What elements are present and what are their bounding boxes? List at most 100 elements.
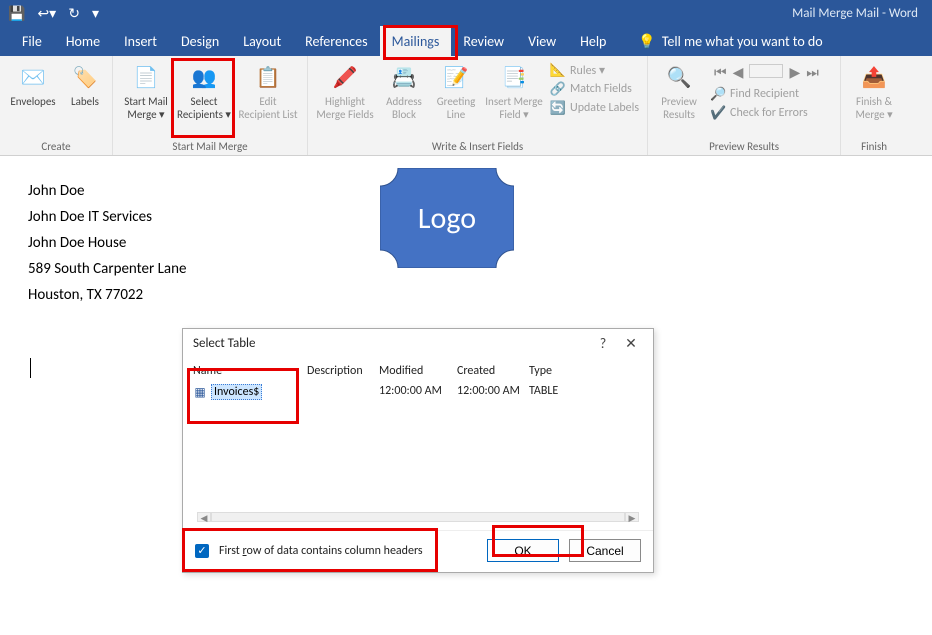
labels-icon: 🏷️ bbox=[69, 62, 101, 94]
dialog-hscrollbar[interactable]: ◀ ▶ bbox=[197, 512, 639, 522]
next-record-icon[interactable]: ▶ bbox=[789, 64, 800, 81]
envelopes-button[interactable]: ✉️ Envelopes bbox=[4, 60, 62, 138]
tab-references[interactable]: References bbox=[293, 26, 379, 56]
tab-insert[interactable]: Insert bbox=[112, 26, 169, 56]
match-fields-button[interactable]: 🔗Match Fields bbox=[550, 81, 639, 97]
col-description[interactable]: Description bbox=[307, 364, 379, 378]
scroll-track[interactable] bbox=[211, 512, 625, 522]
group-create: ✉️ Envelopes 🏷️ Labels Create bbox=[0, 56, 113, 155]
preview-results-button[interactable]: 🔍 PreviewResults bbox=[652, 60, 706, 138]
address-label: AddressBlock bbox=[386, 96, 422, 121]
start-mail-merge-button[interactable]: 📄 Start MailMerge ▾ bbox=[117, 60, 175, 138]
group-start-mail-merge: 📄 Start MailMerge ▾ 👥 SelectRecipients ▾… bbox=[113, 56, 308, 155]
edit-recipient-list-button[interactable]: 📋 EditRecipient List bbox=[233, 60, 303, 138]
cancel-button[interactable]: Cancel bbox=[569, 539, 641, 562]
logo-shape[interactable]: Logo bbox=[380, 168, 514, 268]
finish-label: Finish &Merge ▾ bbox=[855, 96, 892, 121]
group-write-insert: 🖍️ HighlightMerge Fields 📇 AddressBlock … bbox=[308, 56, 648, 155]
tell-me-search[interactable]: 💡 Tell me what you want to do bbox=[626, 26, 834, 56]
prev-record-icon[interactable]: ◀ bbox=[733, 64, 744, 81]
dialog-title: Select Table bbox=[193, 336, 256, 351]
col-name[interactable]: Name bbox=[193, 364, 307, 378]
dialog-body: Name Description Modified Created Type ▦… bbox=[183, 358, 653, 522]
col-type[interactable]: Type bbox=[529, 364, 589, 378]
insert-field-label: Insert MergeField ▾ bbox=[485, 96, 542, 121]
col-created[interactable]: Created bbox=[457, 364, 529, 378]
update-labels-button[interactable]: 🔄 Update Labels bbox=[550, 100, 639, 116]
update-label: Update Labels bbox=[570, 101, 639, 115]
find-label: Find Recipient bbox=[730, 87, 799, 101]
dialog-help-icon[interactable]: ? bbox=[589, 335, 617, 352]
title-bar: 💾 ↩▾ ↻ ▾ Mail Merge Mail - Word bbox=[0, 0, 932, 26]
start-merge-icon: 📄 bbox=[130, 62, 162, 94]
quick-access-toolbar: 💾 ↩▾ ↻ ▾ bbox=[8, 5, 99, 22]
highlight-icon: 🖍️ bbox=[329, 62, 361, 94]
tab-layout[interactable]: Layout bbox=[231, 26, 293, 56]
match-label: Match Fields bbox=[570, 82, 632, 96]
ribbon: ✉️ Envelopes 🏷️ Labels Create 📄 Start Ma… bbox=[0, 56, 932, 156]
group-write-label: Write & Insert Fields bbox=[312, 140, 643, 155]
tab-file[interactable]: File bbox=[10, 26, 54, 56]
find-icon: 🔎 bbox=[710, 86, 726, 102]
tab-review[interactable]: Review bbox=[451, 26, 516, 56]
highlight-label: HighlightMerge Fields bbox=[316, 96, 373, 121]
update-icon: 🔄 bbox=[550, 100, 566, 116]
table-row[interactable]: ▦ Invoices$ 12:00:00 AM 12:00:00 AM TABL… bbox=[183, 382, 653, 402]
table-icon: ▦ bbox=[193, 385, 207, 399]
tab-help[interactable]: Help bbox=[568, 26, 618, 56]
greeting-line-button[interactable]: 📝 GreetingLine bbox=[430, 60, 482, 138]
rules-label: Rules ▾ bbox=[570, 63, 605, 78]
window-title: Mail Merge Mail - Word bbox=[792, 6, 924, 21]
check-errors-button[interactable]: ✔️Check for Errors bbox=[710, 105, 832, 121]
group-finish-label: Finish bbox=[845, 140, 903, 155]
address-block-button[interactable]: 📇 AddressBlock bbox=[378, 60, 430, 138]
tell-me-label: Tell me what you want to do bbox=[662, 33, 823, 50]
undo-icon[interactable]: ↩▾ bbox=[37, 5, 56, 22]
group-start-mm-label: Start Mail Merge bbox=[117, 140, 303, 155]
insert-merge-field-button[interactable]: 📑 Insert MergeField ▾ bbox=[482, 60, 546, 138]
labels-button[interactable]: 🏷️ Labels bbox=[62, 60, 108, 138]
group-create-label: Create bbox=[4, 140, 108, 155]
ribbon-tabs: File Home Insert Design Layout Reference… bbox=[0, 26, 932, 56]
envelopes-label: Envelopes bbox=[10, 96, 55, 109]
first-row-headers-checkbox[interactable]: ✓ bbox=[195, 544, 209, 558]
last-record-icon[interactable]: ⏭ bbox=[806, 64, 819, 81]
ok-button[interactable]: OK bbox=[487, 539, 559, 562]
doc-line-5[interactable]: Houston, TX 77022 bbox=[28, 286, 904, 304]
document-canvas[interactable]: John Doe John Doe IT Services John Doe H… bbox=[0, 156, 932, 330]
finish-merge-button[interactable]: 📤 Finish &Merge ▾ bbox=[845, 60, 903, 138]
highlight-merge-fields-button[interactable]: 🖍️ HighlightMerge Fields bbox=[312, 60, 378, 138]
tab-design[interactable]: Design bbox=[169, 26, 231, 56]
rules-dropdown[interactable]: 📐Rules ▾ bbox=[550, 62, 639, 78]
envelope-icon: ✉️ bbox=[17, 62, 49, 94]
select-recipients-button[interactable]: 👥 SelectRecipients ▾ bbox=[175, 60, 233, 138]
dialog-titlebar[interactable]: Select Table ? ✕ bbox=[183, 329, 653, 358]
record-nav[interactable]: ⏮ ◀ ▶ ⏭ bbox=[710, 62, 832, 83]
row-desc bbox=[307, 384, 379, 400]
text-cursor bbox=[30, 358, 31, 378]
insert-field-icon: 📑 bbox=[498, 62, 530, 94]
tab-home[interactable]: Home bbox=[54, 26, 112, 56]
scroll-right-icon[interactable]: ▶ bbox=[625, 512, 639, 522]
group-finish: 📤 Finish &Merge ▾ Finish bbox=[841, 56, 907, 155]
select-table-dialog: Select Table ? ✕ Name Description Modifi… bbox=[182, 328, 654, 573]
select-recipients-icon: 👥 bbox=[188, 62, 220, 94]
save-icon[interactable]: 💾 bbox=[8, 5, 25, 22]
record-number-input[interactable] bbox=[749, 64, 783, 78]
qat-customize-icon[interactable]: ▾ bbox=[92, 5, 99, 22]
dialog-footer: ✓ First row of data contains column head… bbox=[183, 530, 653, 572]
checkbox-label[interactable]: First row of data contains column header… bbox=[219, 544, 423, 558]
row-modified: 12:00:00 AM bbox=[379, 384, 457, 400]
tab-mailings[interactable]: Mailings bbox=[380, 26, 452, 56]
scroll-left-icon[interactable]: ◀ bbox=[197, 512, 211, 522]
preview-label: PreviewResults bbox=[661, 96, 697, 121]
redo-icon[interactable]: ↻ bbox=[68, 5, 80, 22]
first-record-icon[interactable]: ⏮ bbox=[714, 64, 727, 81]
group-preview-results: 🔍 PreviewResults ⏮ ◀ ▶ ⏭ 🔎 Find Recipient… bbox=[648, 56, 841, 155]
tab-view[interactable]: View bbox=[516, 26, 568, 56]
col-modified[interactable]: Modified bbox=[379, 364, 457, 378]
find-recipient-button[interactable]: 🔎 Find Recipient bbox=[710, 86, 832, 102]
dialog-close-icon[interactable]: ✕ bbox=[617, 335, 645, 352]
preview-options-stack: ⏮ ◀ ▶ ⏭ 🔎 Find Recipient ✔️Check for Erro… bbox=[706, 60, 836, 138]
address-icon: 📇 bbox=[388, 62, 420, 94]
